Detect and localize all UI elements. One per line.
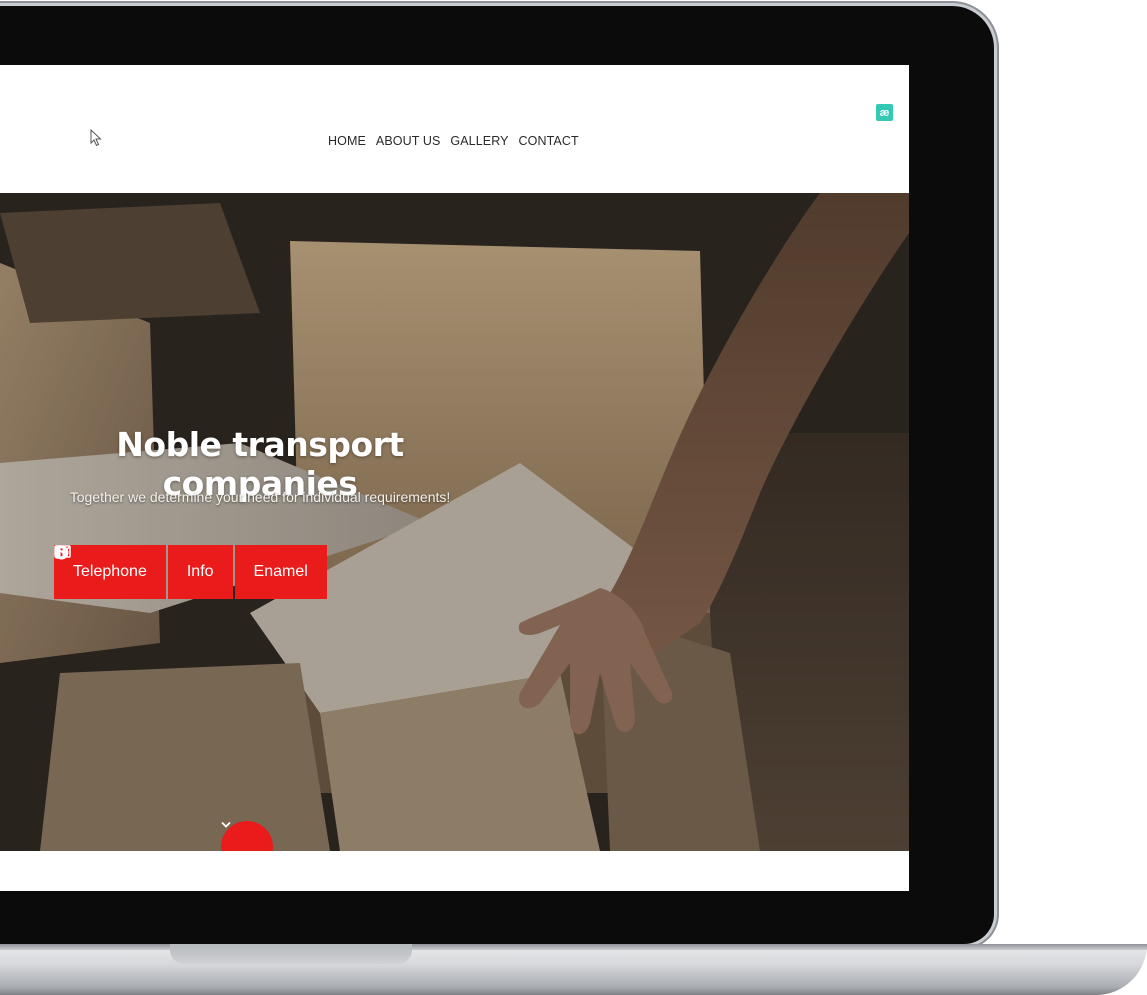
hero-dark-overlay: [0, 193, 909, 851]
main-nav: HOME ABOUT US GALLERY CONTACT: [328, 134, 579, 148]
hero-subtitle: Together we determine your need for indi…: [69, 489, 451, 505]
nav-contact[interactable]: CONTACT: [519, 134, 579, 148]
nav-home[interactable]: HOME: [328, 134, 366, 148]
info-button-label: Info: [186, 563, 214, 580]
laptop-opening-notch: [170, 944, 412, 964]
browser-viewport: HOME ABOUT US GALLERY CONTACT æ Noble tr…: [0, 65, 909, 891]
hero-section: Noble transport companies Together we de…: [0, 193, 909, 851]
laptop-bezel: HOME ABOUT US GALLERY CONTACT æ Noble tr…: [0, 6, 994, 944]
enamel-button[interactable]: Enamel: [54, 545, 327, 599]
info-button[interactable]: Info: [54, 545, 233, 599]
next-section-strip: [0, 851, 909, 891]
nav-about-us[interactable]: ABOUT US: [376, 134, 440, 148]
hero-button-group: Telephone Info Enamel: [54, 545, 327, 599]
envelope-icon: [54, 545, 71, 558]
nav-gallery[interactable]: GALLERY: [450, 134, 508, 148]
site-header: HOME ABOUT US GALLERY CONTACT æ: [0, 65, 909, 193]
enamel-button-label: Enamel: [253, 563, 308, 580]
cursor-arrow-icon: [90, 129, 102, 147]
telephone-button-label: Telephone: [73, 563, 147, 580]
brand-badge[interactable]: æ: [876, 104, 893, 121]
chevron-down-icon: [221, 821, 231, 828]
